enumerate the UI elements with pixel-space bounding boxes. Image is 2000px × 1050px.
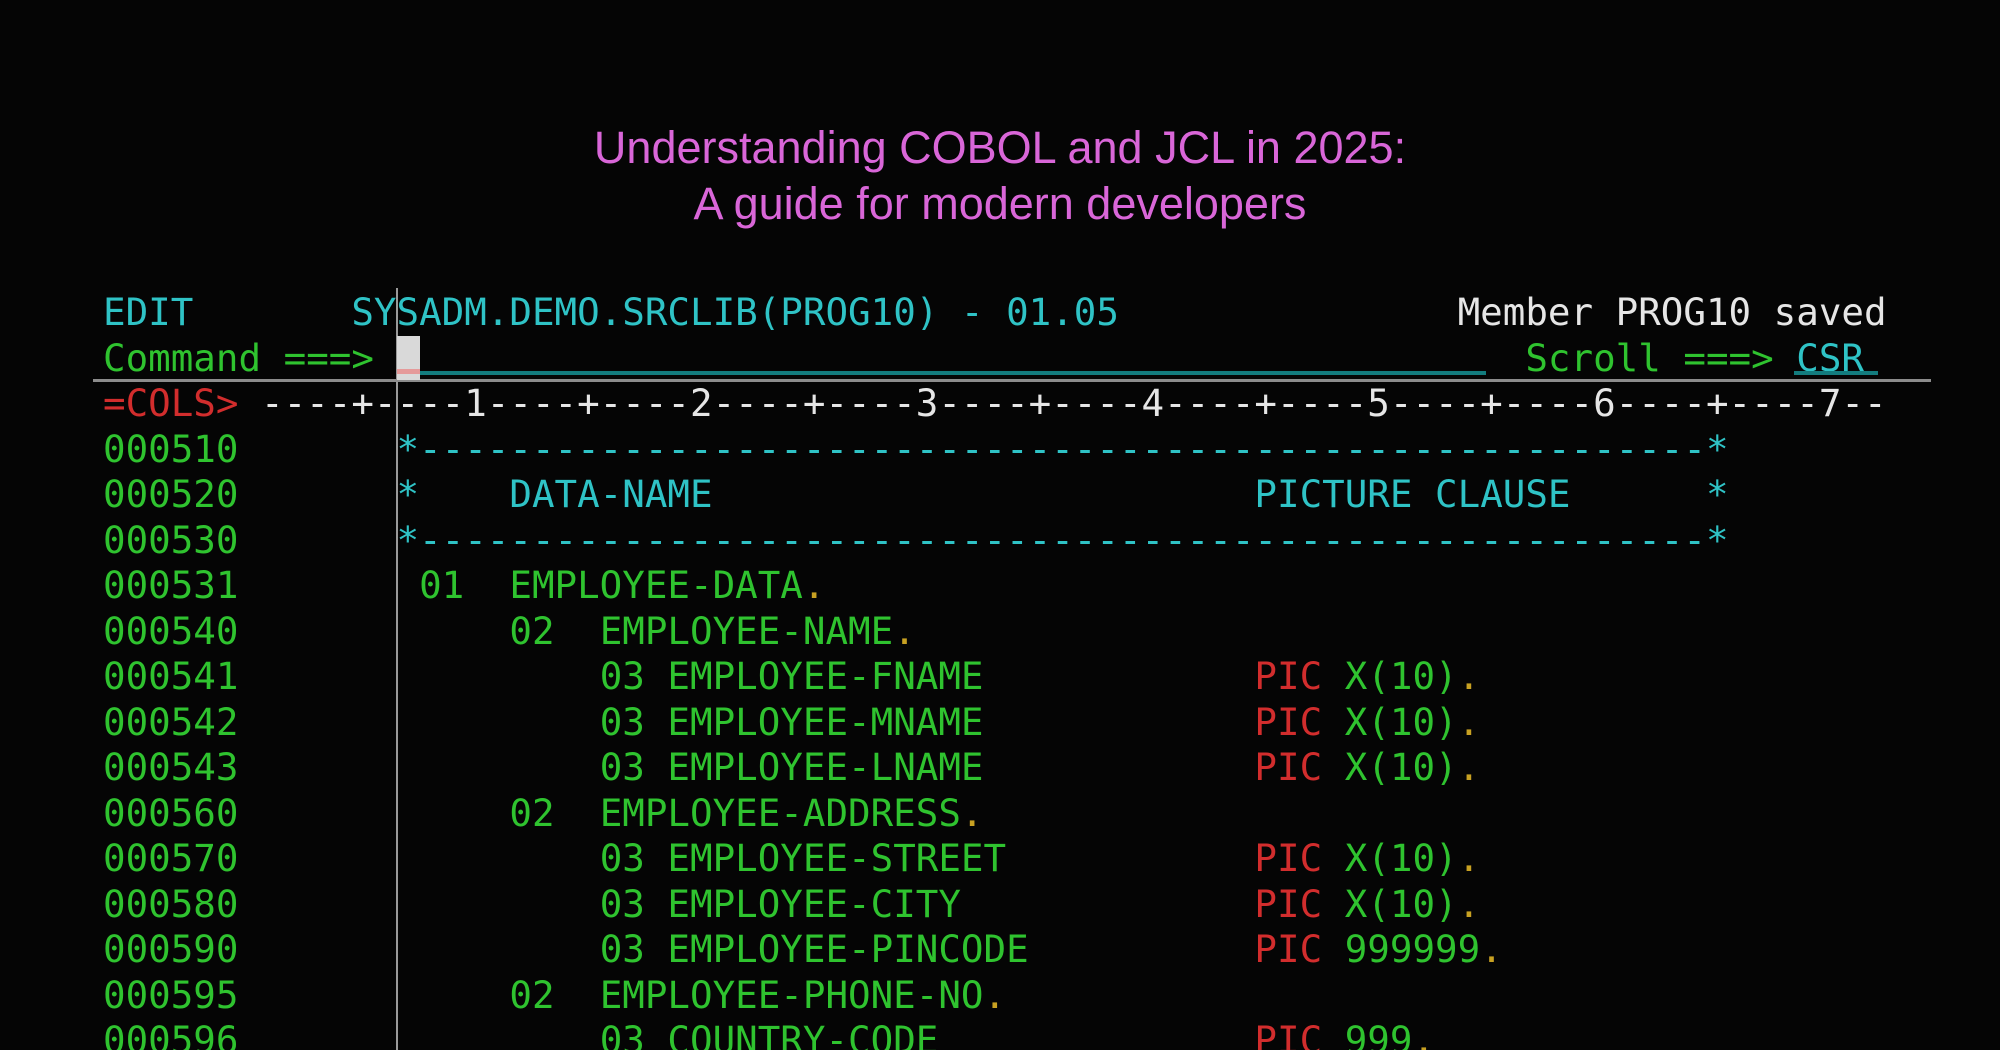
line-number: 000580	[103, 881, 239, 926]
column-boundary-line	[396, 288, 398, 1050]
line-number: 000540	[103, 608, 239, 653]
level-number: 02	[509, 608, 555, 653]
level-number: 01	[419, 563, 465, 607]
level-number: 03	[599, 836, 645, 880]
page-title-line1: Understanding COBOL and JCL in 2025:	[593, 122, 1407, 173]
data-name: COUNTRY-CODE	[667, 1018, 939, 1050]
data-name: EMPLOYEE-DATA	[509, 563, 803, 607]
period: .	[1457, 836, 1481, 880]
pic-clause: X(10)	[1344, 881, 1458, 926]
line-number: 000520	[103, 472, 239, 516]
level-number: 03	[599, 699, 645, 744]
screen-mode: EDIT	[103, 290, 194, 334]
data-name: EMPLOYEE-PHONE-NO	[599, 972, 984, 1017]
period: .	[1457, 745, 1481, 789]
pic-clause: X(10)	[1344, 745, 1458, 789]
line-number: 000595	[103, 972, 239, 1017]
level-number: 03	[599, 654, 645, 698]
page-title-line2: A guide for modern developers	[693, 178, 1307, 229]
line-number: 000543	[103, 745, 239, 789]
pic-keyword: PIC	[1254, 836, 1323, 880]
scroll-label: Scroll ===>	[1525, 335, 1774, 380]
pic-clause: X(10)	[1344, 836, 1458, 880]
period: .	[1457, 654, 1481, 698]
data-name: EMPLOYEE-FNAME	[667, 654, 984, 698]
pic-clause: X(10)	[1344, 654, 1458, 698]
period: .	[802, 563, 826, 607]
line-number: 000560	[103, 790, 239, 835]
data-name: EMPLOYEE-NAME	[599, 608, 894, 653]
data-name: EMPLOYEE-STREET	[667, 836, 1007, 880]
pic-clause: X(10)	[1344, 699, 1458, 744]
command-label: Command ===>	[103, 335, 374, 380]
data-name: EMPLOYEE-ADDRESS	[599, 790, 961, 835]
screen: Understanding COBOL and JCL in 2025: A g…	[0, 0, 2000, 1050]
period: .	[983, 972, 1007, 1017]
pic-keyword: PIC	[1254, 927, 1323, 971]
comment-star: *	[1705, 472, 1729, 516]
level-number: 03	[599, 927, 645, 971]
period: .	[1457, 699, 1481, 744]
scroll-value-underline	[1794, 371, 1878, 375]
line-number: 000531	[103, 563, 239, 607]
line-number: 000570	[103, 836, 239, 880]
level-number: 02	[509, 972, 555, 1017]
comment-border: *---------------------------------------…	[396, 517, 1729, 562]
text-cursor	[397, 336, 420, 380]
level-number: 03	[599, 745, 645, 789]
pic-keyword: PIC	[1254, 881, 1323, 926]
pic-keyword: PIC	[1254, 1018, 1323, 1050]
line-number: 000541	[103, 654, 239, 698]
dataset-name: SYSADM.DEMO.SRCLIB(PROG10) - 01.05	[351, 290, 1119, 334]
line-number: 000590	[103, 927, 239, 971]
comment-text: DATA-NAME	[509, 472, 713, 516]
column-ruler: ----+----1----+----2----+----3----+----4…	[261, 381, 1887, 425]
comment-border: *---------------------------------------…	[396, 426, 1729, 471]
data-name: EMPLOYEE-LNAME	[667, 745, 984, 789]
line-number: 000530	[103, 517, 239, 562]
period: .	[960, 790, 984, 835]
period: .	[1412, 1018, 1436, 1050]
page-title: Understanding COBOL and JCL in 2025: A g…	[0, 120, 2000, 232]
line-number: 000596	[103, 1018, 239, 1050]
period: .	[1480, 927, 1503, 971]
line-number: 000542	[103, 699, 239, 744]
data-name: EMPLOYEE-PINCODE	[667, 927, 1029, 971]
pic-clause: 999999	[1344, 927, 1481, 971]
line-number: 000510	[103, 426, 239, 471]
pic-clause: 999	[1344, 1018, 1413, 1050]
data-name: EMPLOYEE-CITY	[667, 881, 961, 926]
pic-keyword: PIC	[1254, 654, 1323, 698]
level-number: 03	[599, 881, 645, 926]
pic-keyword: PIC	[1254, 699, 1323, 744]
cursor-stripe	[397, 369, 420, 374]
command-input-field[interactable]	[420, 371, 1486, 375]
data-name: EMPLOYEE-MNAME	[667, 699, 984, 744]
cols-label: =COLS>	[103, 381, 239, 425]
period: .	[893, 608, 916, 653]
pic-keyword: PIC	[1254, 745, 1323, 789]
level-number: 03	[599, 1018, 645, 1050]
status-message: Member PROG10 saved	[1457, 290, 1887, 334]
period: .	[1457, 881, 1481, 926]
comment-star: *	[396, 472, 420, 516]
separator-line	[93, 379, 1931, 382]
comment-text: PICTURE CLAUSE	[1254, 472, 1571, 516]
level-number: 02	[509, 790, 555, 835]
